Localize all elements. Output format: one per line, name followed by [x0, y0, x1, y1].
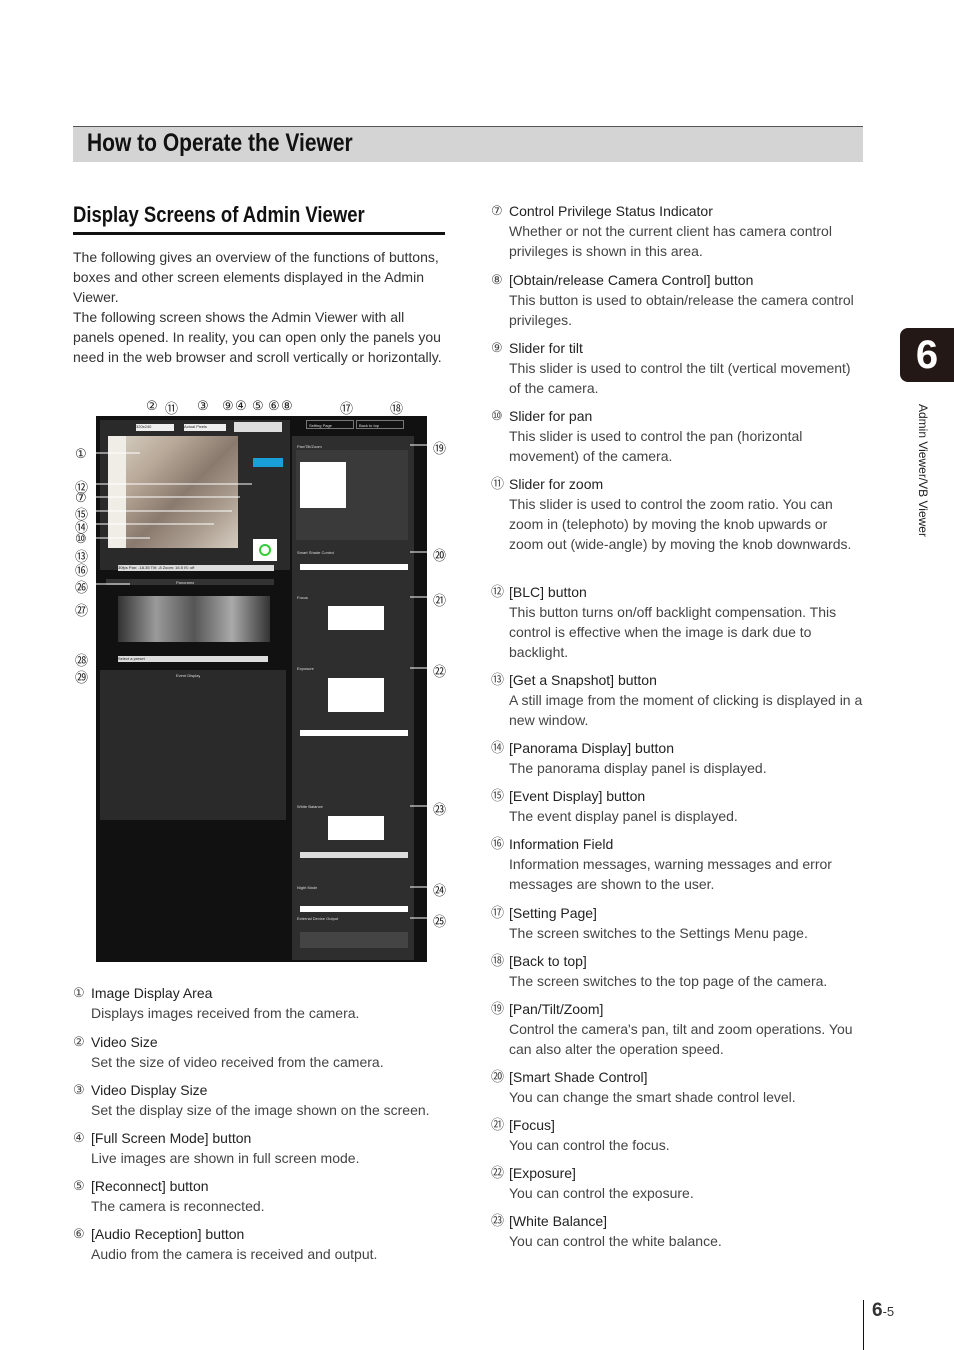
item-desc: You can control the focus.: [509, 1137, 670, 1153]
item-title: [Exposure]: [509, 1165, 576, 1181]
item-title: [Get a Snapshot] button: [509, 672, 657, 688]
page-number: 6-5: [863, 1300, 894, 1350]
item-desc: You can control the exposure.: [509, 1185, 694, 1201]
list-item: ㉓ [White Balance] You can control the whit…: [491, 1211, 864, 1251]
page-num: -5: [882, 1304, 895, 1319]
item-desc: Audio from the camera is received and ou…: [91, 1246, 378, 1262]
item-number: ⑰: [491, 905, 505, 920]
item-title: [Back to top]: [509, 953, 587, 969]
item-desc: You can change the smart shade control l…: [509, 1089, 796, 1105]
item-desc: You can control the white balance.: [509, 1233, 722, 1249]
item-number: ⑧: [491, 272, 503, 287]
list-item: ⑨ Slider for tilt This slider is used to c…: [491, 338, 864, 398]
item-number: ②: [73, 1034, 85, 1049]
item-desc: This slider is used to control the zoom …: [509, 496, 852, 552]
item-number: ⑦: [491, 203, 503, 218]
item-desc: This button is used to obtain/release th…: [509, 292, 854, 328]
item-number: ⑭: [491, 740, 505, 755]
item-number: ⑳: [491, 1069, 505, 1084]
item-title: Slider for pan: [509, 408, 593, 424]
list-item: ⑤ [Reconnect] button The camera is reconne…: [73, 1176, 451, 1216]
item-number: ⑮: [491, 788, 505, 803]
list-item: ⑱ [Back to top] The screen switches to the…: [491, 951, 864, 991]
item-desc: Information messages, warning messages a…: [509, 856, 832, 892]
item-title: [Focus]: [509, 1117, 555, 1133]
list-item: ⑰ [Setting Page] The screen switches to th…: [491, 903, 864, 943]
list-item: ④ [Full Screen Mode] button Live images ar…: [73, 1128, 451, 1168]
list-item: ⑩ Slider for pan This slider is used to co…: [491, 406, 864, 466]
list-item: ⑪ Slider for zoom This slider is used to c…: [491, 474, 864, 554]
item-title: [Obtain/release Camera Control] button: [509, 272, 754, 288]
list-item: ㉒ [Exposure] You can control the exposure.: [491, 1163, 864, 1203]
item-number: ①: [73, 985, 85, 1000]
item-number: ⑥: [73, 1226, 85, 1241]
item-number: ⑯: [491, 836, 505, 851]
item-desc: The screen switches to the top page of t…: [509, 973, 828, 989]
list-item: ⑲ [Pan/Tilt/Zoom] Control the camera's pan…: [491, 999, 864, 1059]
list-item: ① Image Display Area Displays images recei…: [73, 983, 451, 1023]
item-title: [Reconnect] button: [91, 1178, 209, 1194]
item-title: [Setting Page]: [509, 905, 597, 921]
item-desc: Whether or not the current client has ca…: [509, 223, 832, 259]
item-desc: A still image from the moment of clickin…: [509, 692, 863, 728]
item-desc: The screen switches to the Settings Menu…: [509, 925, 808, 941]
list-item: ⑯ Information Field Information messages, …: [491, 834, 864, 894]
item-title: Control Privilege Status Indicator: [509, 203, 713, 219]
list-item: ⑮ [Event Display] button The event display…: [491, 786, 864, 826]
item-title: Slider for tilt: [509, 340, 583, 356]
item-desc: The panorama display panel is displayed.: [509, 760, 767, 776]
item-title: Video Size: [91, 1034, 158, 1050]
item-number: ⑬: [491, 672, 505, 687]
item-title: Image Display Area: [91, 985, 213, 1001]
list-item: ② Video Size Set the size of video receive…: [73, 1032, 451, 1072]
item-title: [BLC] button: [509, 584, 587, 600]
list-item: ⑭ [Panorama Display] button The panorama d…: [491, 738, 864, 778]
item-title: [Full Screen Mode] button: [91, 1130, 252, 1146]
item-desc: The camera is reconnected.: [91, 1198, 265, 1214]
list-item: ⑦ Control Privilege Status Indicator Wheth…: [491, 201, 864, 261]
item-title: Slider for zoom: [509, 476, 604, 492]
page-chapter: 6: [872, 1300, 883, 1321]
item-desc: Control the camera's pan, tilt and zoom …: [509, 1021, 853, 1057]
list-item: ⑬ [Get a Snapshot] button A still image fr…: [491, 670, 864, 730]
item-number: ⑩: [491, 408, 503, 423]
item-title: [Pan/Tilt/Zoom]: [509, 1001, 604, 1017]
item-desc: Set the size of video received from the …: [91, 1054, 384, 1070]
item-title: Video Display Size: [91, 1082, 208, 1098]
item-title: [Audio Reception] button: [91, 1226, 245, 1242]
item-desc: This slider is used to control the tilt …: [509, 360, 851, 396]
item-number: ㉒: [491, 1165, 505, 1180]
item-number: ⑨: [491, 340, 503, 355]
item-title: [Smart Shade Control]: [509, 1069, 648, 1085]
item-title: [Event Display] button: [509, 788, 646, 804]
item-desc: This slider is used to control the pan (…: [509, 428, 803, 464]
item-desc: Set the display size of the image shown …: [91, 1102, 430, 1118]
list-item: ⑧ [Obtain/release Camera Control] button T…: [491, 270, 864, 330]
item-number: ⑲: [491, 1001, 505, 1016]
item-title: Information Field: [509, 836, 614, 852]
item-number: ⑪: [491, 476, 505, 491]
list-item: ㉑ [Focus] You can control the focus.: [491, 1115, 864, 1155]
list-item: ⑫ [BLC] button This button turns on/off ba…: [491, 582, 864, 662]
item-desc: Live images are shown in full screen mod…: [91, 1150, 360, 1166]
list-item: ③ Video Display Size Set the display size …: [73, 1080, 451, 1120]
item-number: ㉓: [491, 1213, 505, 1228]
item-number: ㉑: [491, 1117, 505, 1132]
item-desc: This button turns on/off backlight compe…: [509, 604, 837, 660]
list-item: ⑥ [Audio Reception] button Audio from the …: [73, 1224, 451, 1264]
item-desc: The event display panel is displayed.: [509, 808, 738, 824]
item-title: [White Balance]: [509, 1213, 608, 1229]
item-number: ⑤: [73, 1178, 85, 1193]
item-title: [Panorama Display] button: [509, 740, 674, 756]
item-number: ⑫: [491, 584, 505, 599]
item-number: ③: [73, 1082, 85, 1097]
item-number: ④: [73, 1130, 85, 1145]
list-item: ⑳ [Smart Shade Control] You can change the…: [491, 1067, 864, 1107]
item-number: ⑱: [491, 953, 505, 968]
item-desc: Displays images received from the camera…: [91, 1005, 360, 1021]
